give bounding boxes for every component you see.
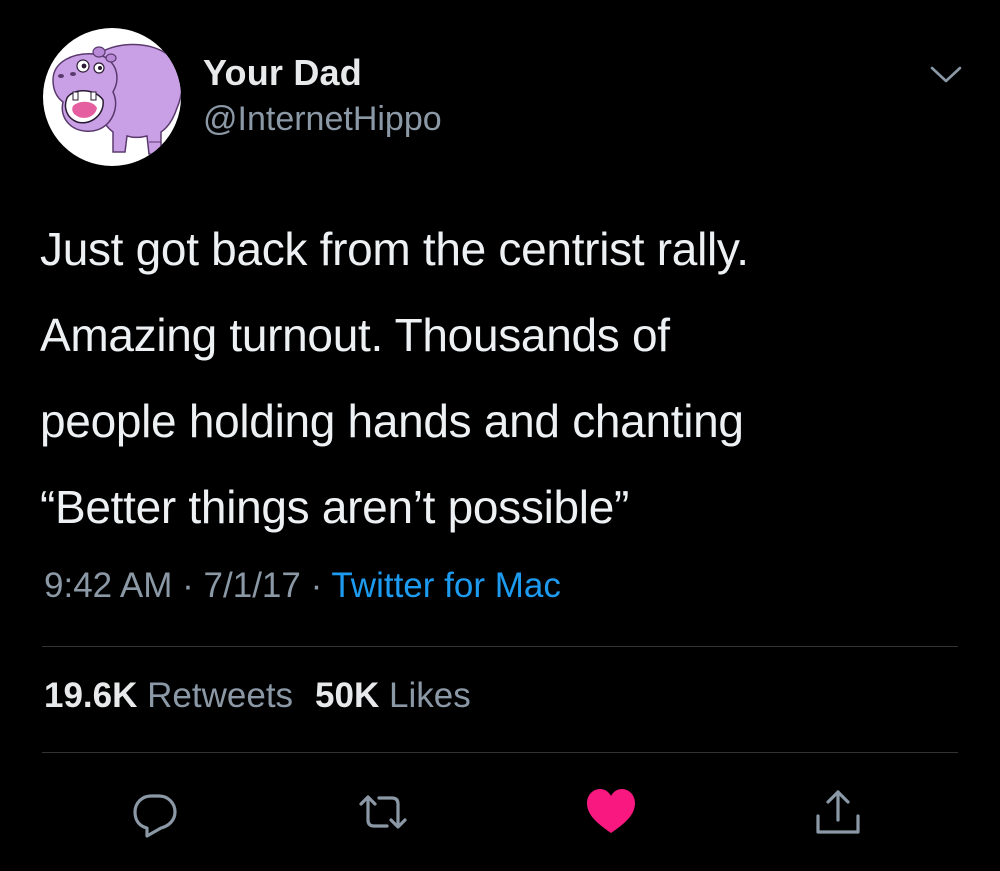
tweet-time[interactable]: 9:42 AM	[44, 566, 172, 605]
share-button[interactable]	[810, 784, 866, 840]
tweet-text-line: people holding hands and chanting	[40, 395, 744, 447]
avatar[interactable]	[43, 28, 181, 166]
meta-separator: ·	[310, 566, 323, 605]
reply-icon	[133, 794, 177, 838]
tweet-stats: 19.6K Retweets 50K Likes	[44, 676, 471, 716]
chevron-down-icon[interactable]	[928, 62, 964, 86]
divider	[42, 752, 958, 753]
tweet-text-line: Amazing turnout. Thousands of	[40, 309, 670, 361]
meta-separator: ·	[182, 566, 194, 605]
retweets-count: 19.6K	[44, 676, 138, 715]
reply-button[interactable]	[127, 784, 183, 840]
user-handle[interactable]: @InternetHippo	[203, 100, 442, 139]
tweet-text: Just got back from the centrist rally. A…	[40, 206, 960, 550]
display-name[interactable]: Your Dad	[203, 52, 362, 94]
tweet-source-link[interactable]: Twitter for Mac	[331, 566, 560, 605]
retweets-label: Retweets	[147, 676, 294, 715]
likes-label: Likes	[389, 676, 471, 715]
hippo-avatar-icon	[52, 43, 181, 155]
tweet-text-line: Just got back from the centrist rally.	[40, 223, 749, 275]
retweets-stat[interactable]: 19.6K Retweets	[44, 676, 293, 715]
tweet-card: Your Dad @InternetHippo Just got back fr…	[0, 0, 1000, 871]
heart-icon	[587, 789, 635, 833]
retweet-icon	[359, 795, 407, 829]
tweet-date[interactable]: 7/1/17	[204, 566, 301, 605]
divider	[42, 646, 958, 647]
likes-stat[interactable]: 50K Likes	[315, 676, 471, 715]
tweet-meta: 9:42 AM · 7/1/17 · Twitter for Mac	[44, 566, 561, 606]
like-button[interactable]	[583, 784, 639, 840]
tweet-text-line: “Better things aren’t possible”	[40, 481, 629, 533]
retweet-button[interactable]	[355, 784, 411, 840]
share-icon	[816, 790, 860, 834]
likes-count: 50K	[315, 676, 380, 715]
